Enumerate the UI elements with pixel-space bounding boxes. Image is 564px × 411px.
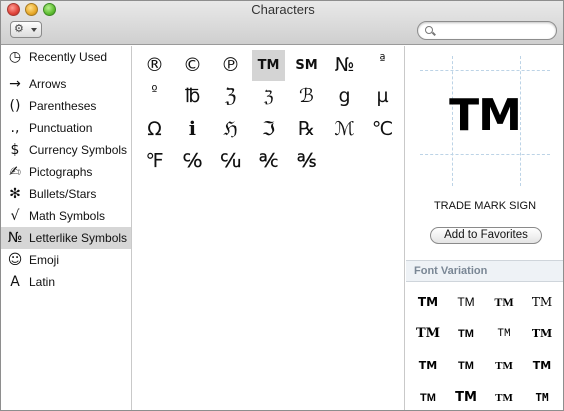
characters-window: Characters ⚙ ◷ Recently Used → Arrows ()… [0,0,564,411]
chevron-down-icon [31,28,37,32]
font-variation-sample[interactable]: TM [524,288,560,316]
char-cell[interactable]: ª [366,50,399,81]
search-input[interactable] [438,23,552,38]
char-cell[interactable]: ℗ [214,50,247,81]
sidebar-item-letterlike-symbols[interactable]: № Letterlike Symbols [1,227,131,249]
gear-icon: ⚙ [14,23,24,35]
glyph-preview: TM [420,56,550,186]
sidebar-item-label: Letterlike Symbols [29,231,128,245]
sidebar-item-label: Latin [29,275,56,289]
category-sidebar: ◷ Recently Used → Arrows () Parentheses … [1,46,132,410]
font-variation-sample[interactable]: TM [486,288,522,316]
char-cell-selected[interactable]: TM [252,50,285,81]
latin-a-icon: A [10,274,20,290]
clock-icon: ◷ [8,49,22,65]
char-cell[interactable]: ℌ [214,114,247,145]
font-variation-sample[interactable]: TM [524,352,560,380]
sidebar-item-punctuation[interactable]: ., Punctuation [1,117,131,139]
numero-sign-icon: № [7,230,23,246]
font-variation-sample[interactable]: TM [524,320,560,348]
character-name: TRADE MARK SIGN [433,200,537,212]
parentheses-icon: () [9,98,21,114]
char-cell[interactable]: ℉ [138,146,171,177]
sidebar-item-recently-used[interactable]: ◷ Recently Used [1,46,131,68]
dollar-icon: $ [10,142,20,158]
char-cell[interactable]: ℳ [328,114,361,145]
font-variation-sample[interactable]: TM [448,352,484,380]
font-variation-sample[interactable]: TM [448,384,484,410]
font-variation-sample[interactable]: TM [410,320,446,348]
char-cell[interactable]: © [176,50,209,81]
guide-line [420,70,550,71]
sidebar-item-label: Currency Symbols [29,143,128,157]
char-cell[interactable]: ℔ [176,81,209,112]
char-cell[interactable]: ℨ [214,81,247,112]
smiley-icon: ☺ [7,252,23,268]
sidebar-item-label: Punctuation [29,121,93,135]
sidebar-item-bullets-stars[interactable]: ✻ Bullets/Stars [1,183,131,205]
font-variation-sample[interactable]: TM [524,384,560,410]
sidebar-item-math-symbols[interactable]: √ Math Symbols [1,205,131,227]
char-cell[interactable]: ℀ [252,146,285,177]
char-cell[interactable]: ℅ [176,146,209,177]
sidebar-item-currency-symbols[interactable]: $ Currency Symbols [1,139,131,161]
sidebar-item-label: Pictographs [29,165,93,179]
sidebar-item-emoji[interactable]: ☺ Emoji [1,249,131,271]
char-cell[interactable]: ℞ [290,114,323,145]
font-variation-header: Font Variation [406,260,563,282]
punctuation-icon: ., [10,120,20,136]
char-cell[interactable]: ℁ [290,146,323,177]
asterisk-icon: ✻ [9,186,21,202]
character-info-panel: TM TRADE MARK SIGN Add to Favorites Font… [406,46,563,410]
char-cell[interactable]: Ω [138,114,171,145]
font-variation-sample[interactable]: TM [410,384,446,410]
window-title: Characters [251,2,315,17]
font-variation-sample[interactable]: TM [448,288,484,316]
writing-hand-icon: ✍ [9,164,21,180]
title-bar: Characters ⚙ [1,1,563,45]
font-variation-sample[interactable]: TM [448,320,484,348]
sidebar-item-label: Bullets/Stars [29,187,97,201]
font-variation-sample[interactable]: TM [486,384,522,410]
sidebar-item-label: Math Symbols [29,209,106,223]
sidebar-item-latin[interactable]: A Latin [1,271,131,293]
char-cell[interactable]: g [328,81,361,112]
character-grid: ® © ℗ TM SM № ª º ℔ ℨ ℨ ℬ g µ Ω ℹ ℌ ℑ ℞ … [133,46,405,410]
add-to-favorites-button[interactable]: Add to Favorites [430,227,542,244]
char-cell[interactable]: ℃ [366,114,399,145]
font-variation-sample[interactable]: TM [410,352,446,380]
char-cell[interactable]: ® [138,50,171,81]
action-menu-button[interactable]: ⚙ [10,21,42,38]
char-cell[interactable]: ℆ [214,146,247,177]
guide-line [420,154,550,155]
char-cell[interactable]: SM [290,50,323,81]
char-cell[interactable]: ℑ [252,114,285,145]
sidebar-item-label: Emoji [29,253,60,267]
sidebar-item-label: Arrows [29,77,67,91]
search-field[interactable] [417,21,557,40]
search-icon [425,26,433,34]
char-cell[interactable]: ℬ [290,81,323,112]
font-variation-sample[interactable]: TM [486,352,522,380]
sidebar-item-label: Recently Used [29,50,108,64]
sidebar-item-arrows[interactable]: → Arrows [1,73,131,95]
font-variation-sample[interactable]: TM [486,320,522,348]
arrow-icon: → [9,76,21,92]
char-cell[interactable]: ℹ [176,114,209,145]
char-cell[interactable]: µ [366,81,399,112]
char-cell[interactable]: № [328,50,361,81]
char-cell[interactable]: ℨ [252,81,285,112]
square-root-icon: √ [10,208,20,224]
sidebar-item-parentheses[interactable]: () Parentheses [1,95,131,117]
sidebar-item-label: Parentheses [29,99,97,113]
glyph-preview-character: TM [449,90,522,141]
sidebar-item-pictographs[interactable]: ✍ Pictographs [1,161,131,183]
font-variation-sample[interactable]: TM [410,288,446,316]
char-cell[interactable]: º [138,81,171,112]
